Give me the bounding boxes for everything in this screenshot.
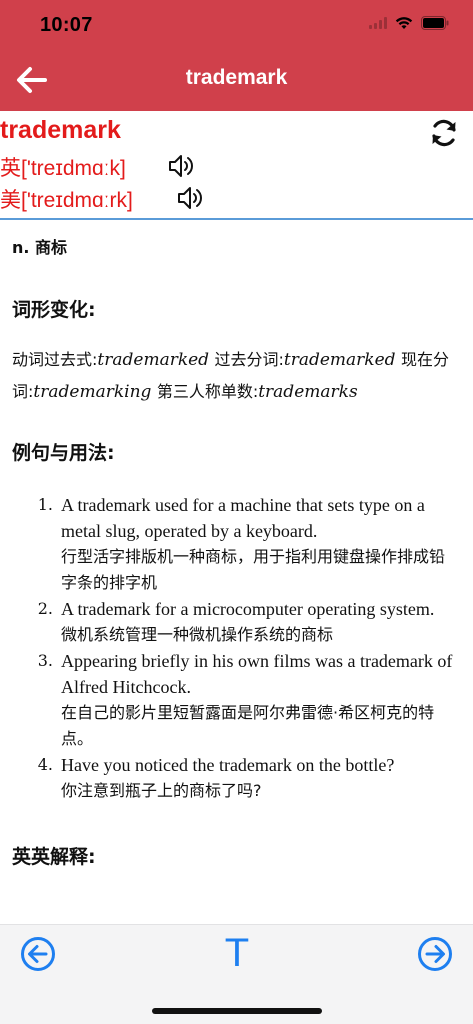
example-english: Appearing briefly in his own films was a… bbox=[61, 651, 453, 697]
pp-value: trademarked bbox=[283, 350, 396, 370]
list-item: 3. Appearing briefly in his own films wa… bbox=[12, 648, 460, 752]
past-label: 动词过去式: bbox=[12, 350, 98, 369]
example-chinese: 微机系统管理一种微机操作系统的商标 bbox=[61, 625, 334, 644]
us-phonetic: 美['treɪdmɑːrk] bbox=[0, 189, 133, 212]
uk-pronounce-button[interactable] bbox=[167, 153, 195, 179]
pp-label: 过去分词: bbox=[214, 350, 284, 369]
arrow-circle-right-icon bbox=[418, 937, 452, 971]
list-item: 2. A trademark for a microcomputer opera… bbox=[12, 596, 460, 648]
list-item: 4. Have you noticed the trademark on the… bbox=[12, 752, 460, 804]
english-definition-heading: 英英解释: bbox=[12, 846, 96, 868]
refresh-button[interactable] bbox=[428, 117, 460, 149]
example-number: 4. bbox=[37, 755, 53, 774]
headword: trademark bbox=[0, 116, 121, 144]
third-label: 第三人称单数: bbox=[156, 382, 259, 401]
part-of-speech-definition: n. 商标 bbox=[12, 238, 68, 257]
list-item: 1. A trademark used for a machine that s… bbox=[12, 492, 460, 596]
previous-button[interactable] bbox=[20, 936, 56, 972]
inflections-heading: 词形变化: bbox=[12, 299, 96, 321]
speaker-icon bbox=[169, 155, 193, 177]
status-icons bbox=[369, 16, 449, 30]
nav-header: 10:07 trademark bbox=[0, 0, 473, 111]
example-number: 3. bbox=[37, 651, 53, 670]
status-time: 10:07 bbox=[40, 14, 93, 36]
example-english: A trademark used for a machine that sets… bbox=[61, 495, 425, 541]
uk-phonetic: 英['treɪdmɑːk] bbox=[0, 157, 126, 180]
speaker-icon bbox=[178, 187, 202, 209]
present-value: trademarking bbox=[33, 382, 152, 402]
examples-list: 1. A trademark used for a machine that s… bbox=[12, 492, 460, 804]
page-title: trademark bbox=[185, 66, 288, 89]
example-chinese: 在自己的影片里短暂露面是阿尔弗雷德·希区柯克的特点。 bbox=[61, 703, 435, 748]
refresh-icon bbox=[432, 119, 456, 147]
definition-content: n. 商标 词形变化: 动词过去式:trademarked 过去分词:trade… bbox=[12, 232, 460, 869]
home-indicator[interactable] bbox=[152, 1008, 322, 1014]
example-english: A trademark for a microcomputer operatin… bbox=[61, 599, 435, 619]
example-chinese: 你注意到瓶子上的商标了吗? bbox=[61, 781, 262, 800]
text-size-button[interactable]: T bbox=[220, 931, 254, 975]
third-value: trademarks bbox=[258, 382, 358, 402]
example-number: 1. bbox=[37, 495, 53, 514]
next-button[interactable] bbox=[417, 936, 453, 972]
signal-icon bbox=[369, 17, 387, 29]
example-number: 2. bbox=[37, 599, 53, 618]
wifi-icon bbox=[395, 16, 413, 30]
examples-heading: 例句与用法: bbox=[12, 442, 115, 464]
example-english: Have you noticed the trademark on the bo… bbox=[61, 755, 395, 775]
example-chinese: 行型活字排版机一种商标，用于指利用键盘操作排成铅字条的排字机 bbox=[61, 547, 446, 592]
us-pronounce-button[interactable] bbox=[176, 185, 204, 211]
battery-icon bbox=[421, 16, 449, 30]
header-divider bbox=[0, 218, 473, 220]
past-value: trademarked bbox=[97, 350, 210, 370]
inflections-text: 动词过去式:trademarked 过去分词:trademarked 现在分词:… bbox=[12, 344, 460, 408]
arrow-circle-left-icon bbox=[21, 937, 55, 971]
